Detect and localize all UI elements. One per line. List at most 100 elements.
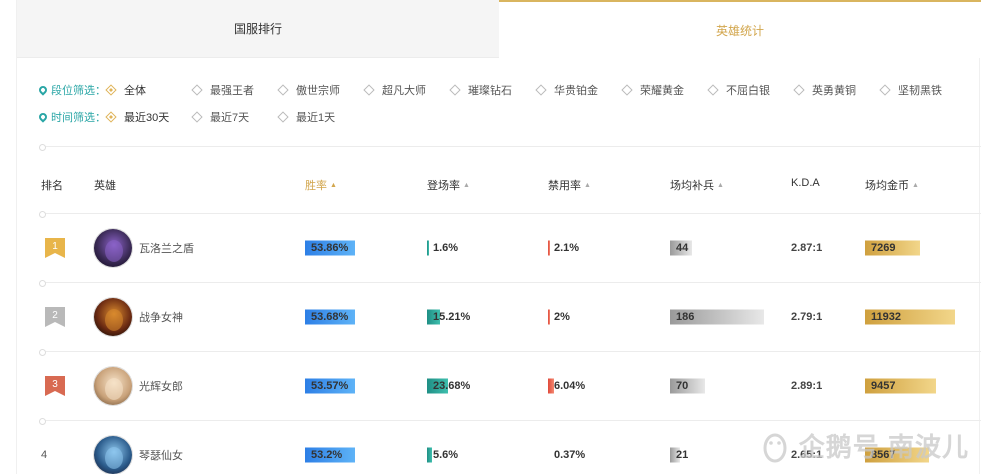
tab-server-ranking[interactable]: 国服排行 (17, 0, 499, 58)
header-avg-cs[interactable]: 场均补兵 ▲ (670, 177, 724, 193)
diamond-radio-icon (105, 111, 117, 123)
win-rate-cell: 53.2% (305, 447, 365, 463)
hero-avatar[interactable] (93, 366, 133, 406)
filter-option[interactable]: 最近1天 (277, 109, 365, 125)
header-ban-rate[interactable]: 禁用率 ▲ (548, 177, 591, 193)
divider (39, 144, 981, 151)
hero-avatar[interactable] (93, 297, 133, 337)
diamond-radio-icon (191, 84, 203, 96)
sort-icon: ▲ (463, 181, 470, 189)
filter-option-label: 璀璨钻石 (468, 85, 512, 97)
filter-option[interactable]: 最强王者 (191, 82, 279, 98)
time-filter-label: 时间筛选： (37, 109, 107, 125)
avg-gold-cell: 11932 (865, 309, 965, 325)
diamond-radio-icon (793, 84, 805, 96)
diamond-radio-icon (707, 84, 719, 96)
rank-filter-label-text: 段位筛选： (51, 85, 106, 97)
filter-option[interactable]: 坚韧黑铁 (879, 82, 951, 98)
filter-option[interactable]: 超凡大师 (363, 82, 451, 98)
rank-filter-row: 段位筛选： 全体 最强王者 傲世宗师 超凡大师 璀璨钻石 华贵铂金 荣耀黄金 不屈白银 英勇黄铜… (37, 82, 951, 98)
avg-cs-cell: 186 (670, 309, 770, 325)
table-row[interactable]: 1 瓦洛兰之盾 53.86% 1.6% 2.1% 44 2.87:1 7269 (17, 214, 981, 282)
avg-gold-cell: 7269 (865, 240, 965, 256)
diamond-radio-icon (191, 111, 203, 123)
hero-name[interactable]: 琴瑟仙女 (139, 447, 183, 463)
header-avg-gold[interactable]: 场均金币 ▲ (865, 177, 919, 193)
diamond-radio-icon (879, 84, 891, 96)
hero-avatar[interactable] (93, 435, 133, 474)
sort-icon: ▲ (717, 181, 724, 189)
sort-icon: ▲ (584, 181, 591, 189)
rank-filter-label: 段位筛选： (37, 82, 107, 98)
filter-option[interactable]: 最近30天 (105, 109, 193, 125)
ban-rate-cell: 2.1% (548, 240, 648, 256)
location-pin-icon (37, 111, 49, 123)
rank-filter-options: 全体 最强王者 傲世宗师 超凡大师 璀璨钻石 华贵铂金 荣耀黄金 不屈白银 英勇黄铜 坚韧黑铁 (105, 82, 951, 98)
rank-number: 4 (41, 449, 48, 461)
header-win-rate[interactable]: 胜率 ▲ (305, 177, 337, 193)
hero-name[interactable]: 光辉女郎 (139, 378, 183, 394)
filter-option-label: 不屈白银 (726, 85, 770, 97)
ban-rate-cell: 0.37% (554, 449, 586, 461)
kda-value: 2.79:1 (791, 311, 823, 323)
filter-option-label: 最近7天 (210, 112, 250, 124)
filter-option-label: 荣耀黄金 (640, 85, 684, 97)
diamond-radio-icon (277, 84, 289, 96)
header-pick-rate[interactable]: 登场率 ▲ (427, 177, 470, 193)
filter-option[interactable]: 华贵铂金 (535, 82, 623, 98)
filter-option[interactable]: 全体 (105, 82, 193, 98)
filter-option-label: 全体 (124, 85, 146, 97)
filter-option-label: 最近1天 (296, 112, 336, 124)
time-filter-row: 时间筛选： 最近30天 最近7天 最近1天 (37, 109, 365, 125)
filter-option-label: 华贵铂金 (554, 85, 598, 97)
filter-option[interactable]: 荣耀黄金 (621, 82, 709, 98)
table-row[interactable]: 3 光辉女郎 53.57% 23.68% 6.04% 70 2.89:1 9457 (17, 352, 981, 420)
filter-option-label: 英勇黄铜 (812, 85, 856, 97)
filter-option[interactable]: 傲世宗师 (277, 82, 365, 98)
time-filter-label-text: 时间筛选： (51, 112, 106, 124)
hero-name[interactable]: 战争女神 (139, 309, 183, 325)
sort-icon: ▲ (912, 181, 919, 189)
filter-option[interactable]: 最近7天 (191, 109, 279, 125)
tab-bar: 国服排行 英雄统计 (17, 0, 981, 58)
ban-rate-cell: 2% (548, 309, 648, 325)
watermark-text: 企鹅号 南波儿 (798, 432, 969, 462)
tab-hero-stats[interactable]: 英雄统计 (499, 0, 981, 58)
watermark: 企鹅号 南波儿 (757, 427, 969, 464)
hero-name[interactable]: 瓦洛兰之盾 (139, 240, 194, 256)
filter-option[interactable]: 英勇黄铜 (793, 82, 881, 98)
table-row[interactable]: 2 战争女神 53.68% 15.21% 2% 186 2.79:1 11932 (17, 283, 981, 351)
rank-badge: 3 (43, 374, 67, 398)
win-rate-cell: 53.68% (305, 309, 365, 325)
rank-badge: 2 (43, 305, 67, 329)
diamond-radio-icon (535, 84, 547, 96)
filter-option[interactable]: 不屈白银 (707, 82, 795, 98)
sort-icon: ▲ (330, 181, 337, 189)
diamond-radio-icon (277, 111, 289, 123)
pick-rate-cell: 15.21% (427, 309, 527, 325)
avg-cs-cell: 44 (670, 240, 770, 256)
avg-cs-cell: 70 (670, 378, 770, 394)
header-rank: 排名 (41, 180, 63, 192)
filter-option-label: 最强王者 (210, 85, 254, 97)
win-rate-cell: 53.57% (305, 378, 365, 394)
diamond-radio-icon (621, 84, 633, 96)
penguin-logo-icon (763, 433, 787, 462)
kda-value: 2.89:1 (791, 380, 823, 392)
filter-option[interactable]: 璀璨钻石 (449, 82, 537, 98)
filter-option-label: 超凡大师 (382, 85, 426, 97)
hero-avatar[interactable] (93, 228, 133, 268)
header-kda: K.D.A (791, 177, 820, 189)
diamond-radio-icon (449, 84, 461, 96)
diamond-radio-icon (105, 84, 117, 96)
avg-gold-cell: 9457 (865, 378, 965, 394)
kda-value: 2.87:1 (791, 242, 823, 254)
filter-option-label: 傲世宗师 (296, 85, 340, 97)
rank-badge: 1 (43, 236, 67, 260)
diamond-radio-icon (363, 84, 375, 96)
hero-stats-panel: 国服排行 英雄统计 段位筛选： 全体 最强王者 傲世宗师 超凡大师 璀璨钻石 华贵铂金 荣耀… (16, 0, 981, 474)
header-hero: 英雄 (94, 180, 116, 192)
avg-cs-cell: 21 (670, 447, 770, 463)
pick-rate-cell: 23.68% (427, 378, 527, 394)
ban-rate-cell: 6.04% (548, 378, 648, 394)
